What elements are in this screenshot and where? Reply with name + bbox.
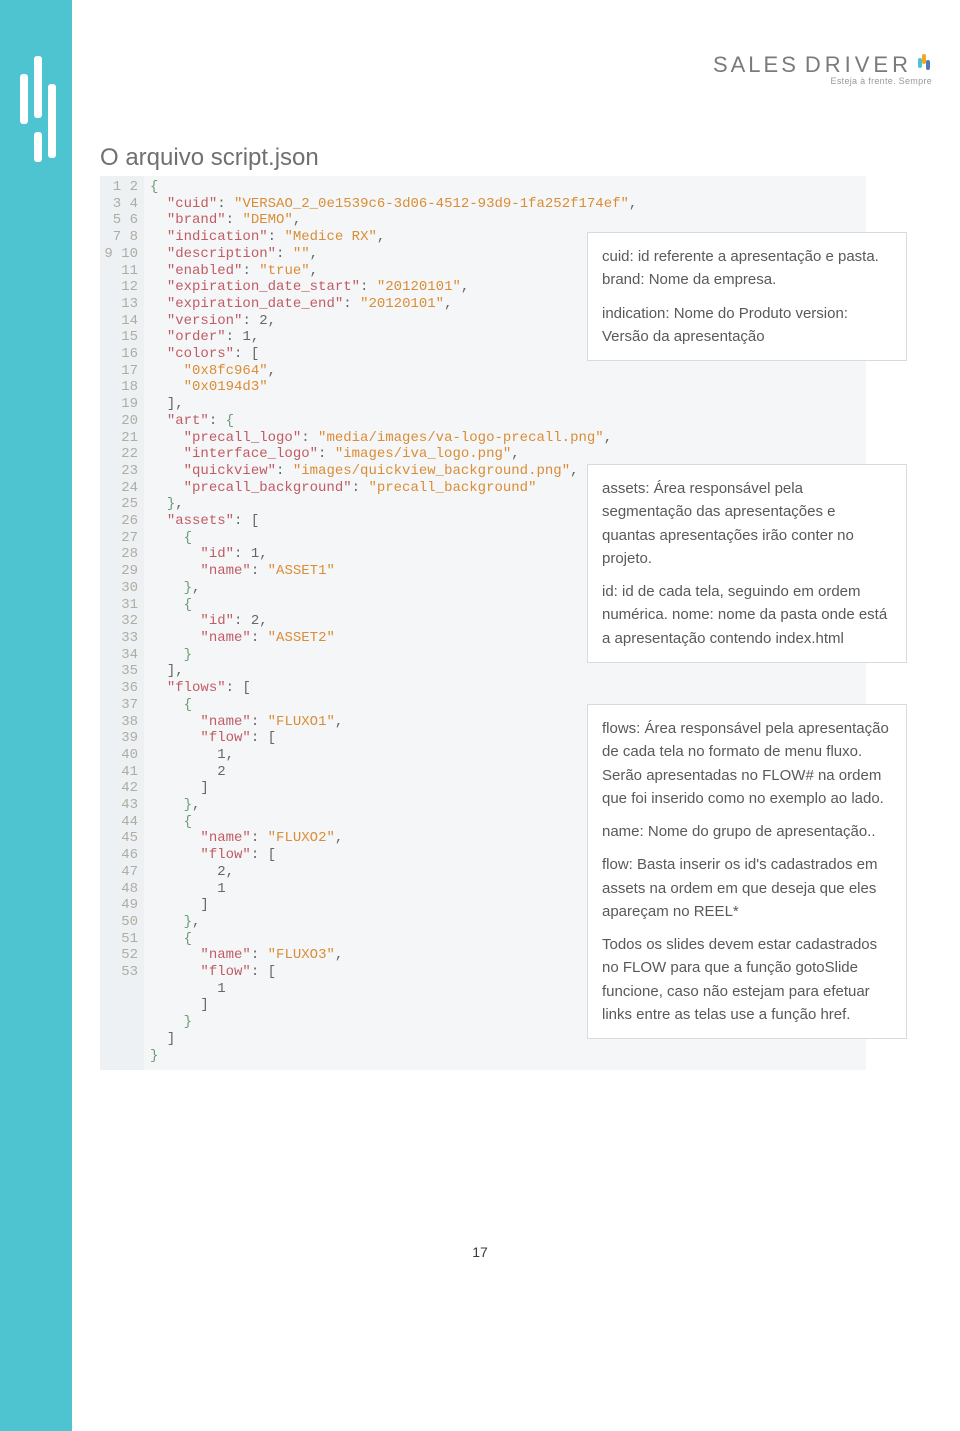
- annotation-cuid: cuid: id referente a apresentação e past…: [587, 232, 907, 361]
- annotation-text: cuid: id referente a apresentação e past…: [602, 245, 892, 292]
- page-title: O arquivo script.json: [100, 144, 319, 172]
- annotation-text: id: id de cada tela, seguindo em ordem n…: [602, 580, 892, 650]
- document-page: SALES DRIVER Esteja à frente. Sempre O a…: [0, 0, 960, 1431]
- page-number: 17: [0, 1244, 960, 1260]
- brand-word-2: DRIVER: [805, 52, 912, 78]
- brand-word-1: SALES: [713, 52, 799, 78]
- side-stripe: [0, 0, 72, 1431]
- brand-logo: SALES DRIVER Esteja à frente. Sempre: [713, 52, 932, 86]
- brand-bars-icon: [918, 54, 932, 76]
- annotation-text: flow: Basta inserir os id's cadastrados …: [602, 853, 892, 923]
- side-logo-icon: [20, 56, 56, 164]
- annotation-flows: flows: Área responsável pela apresentaçã…: [587, 704, 907, 1039]
- annotation-text: assets: Área responsável pela segmentaçã…: [602, 477, 892, 570]
- code-gutter: 1 2 3 4 5 6 7 8 9 10 11 12 13 14 15 16 1…: [100, 176, 144, 1070]
- annotation-text: name: Nome do grupo de apresentação..: [602, 820, 892, 843]
- annotation-text: Todos os slides devem estar cadastrados …: [602, 933, 892, 1026]
- annotation-assets: assets: Área responsável pela segmentaçã…: [587, 464, 907, 663]
- annotation-text: flows: Área responsável pela apresentaçã…: [602, 717, 892, 810]
- annotation-text: indication: Nome do Produto version: Ver…: [602, 302, 892, 349]
